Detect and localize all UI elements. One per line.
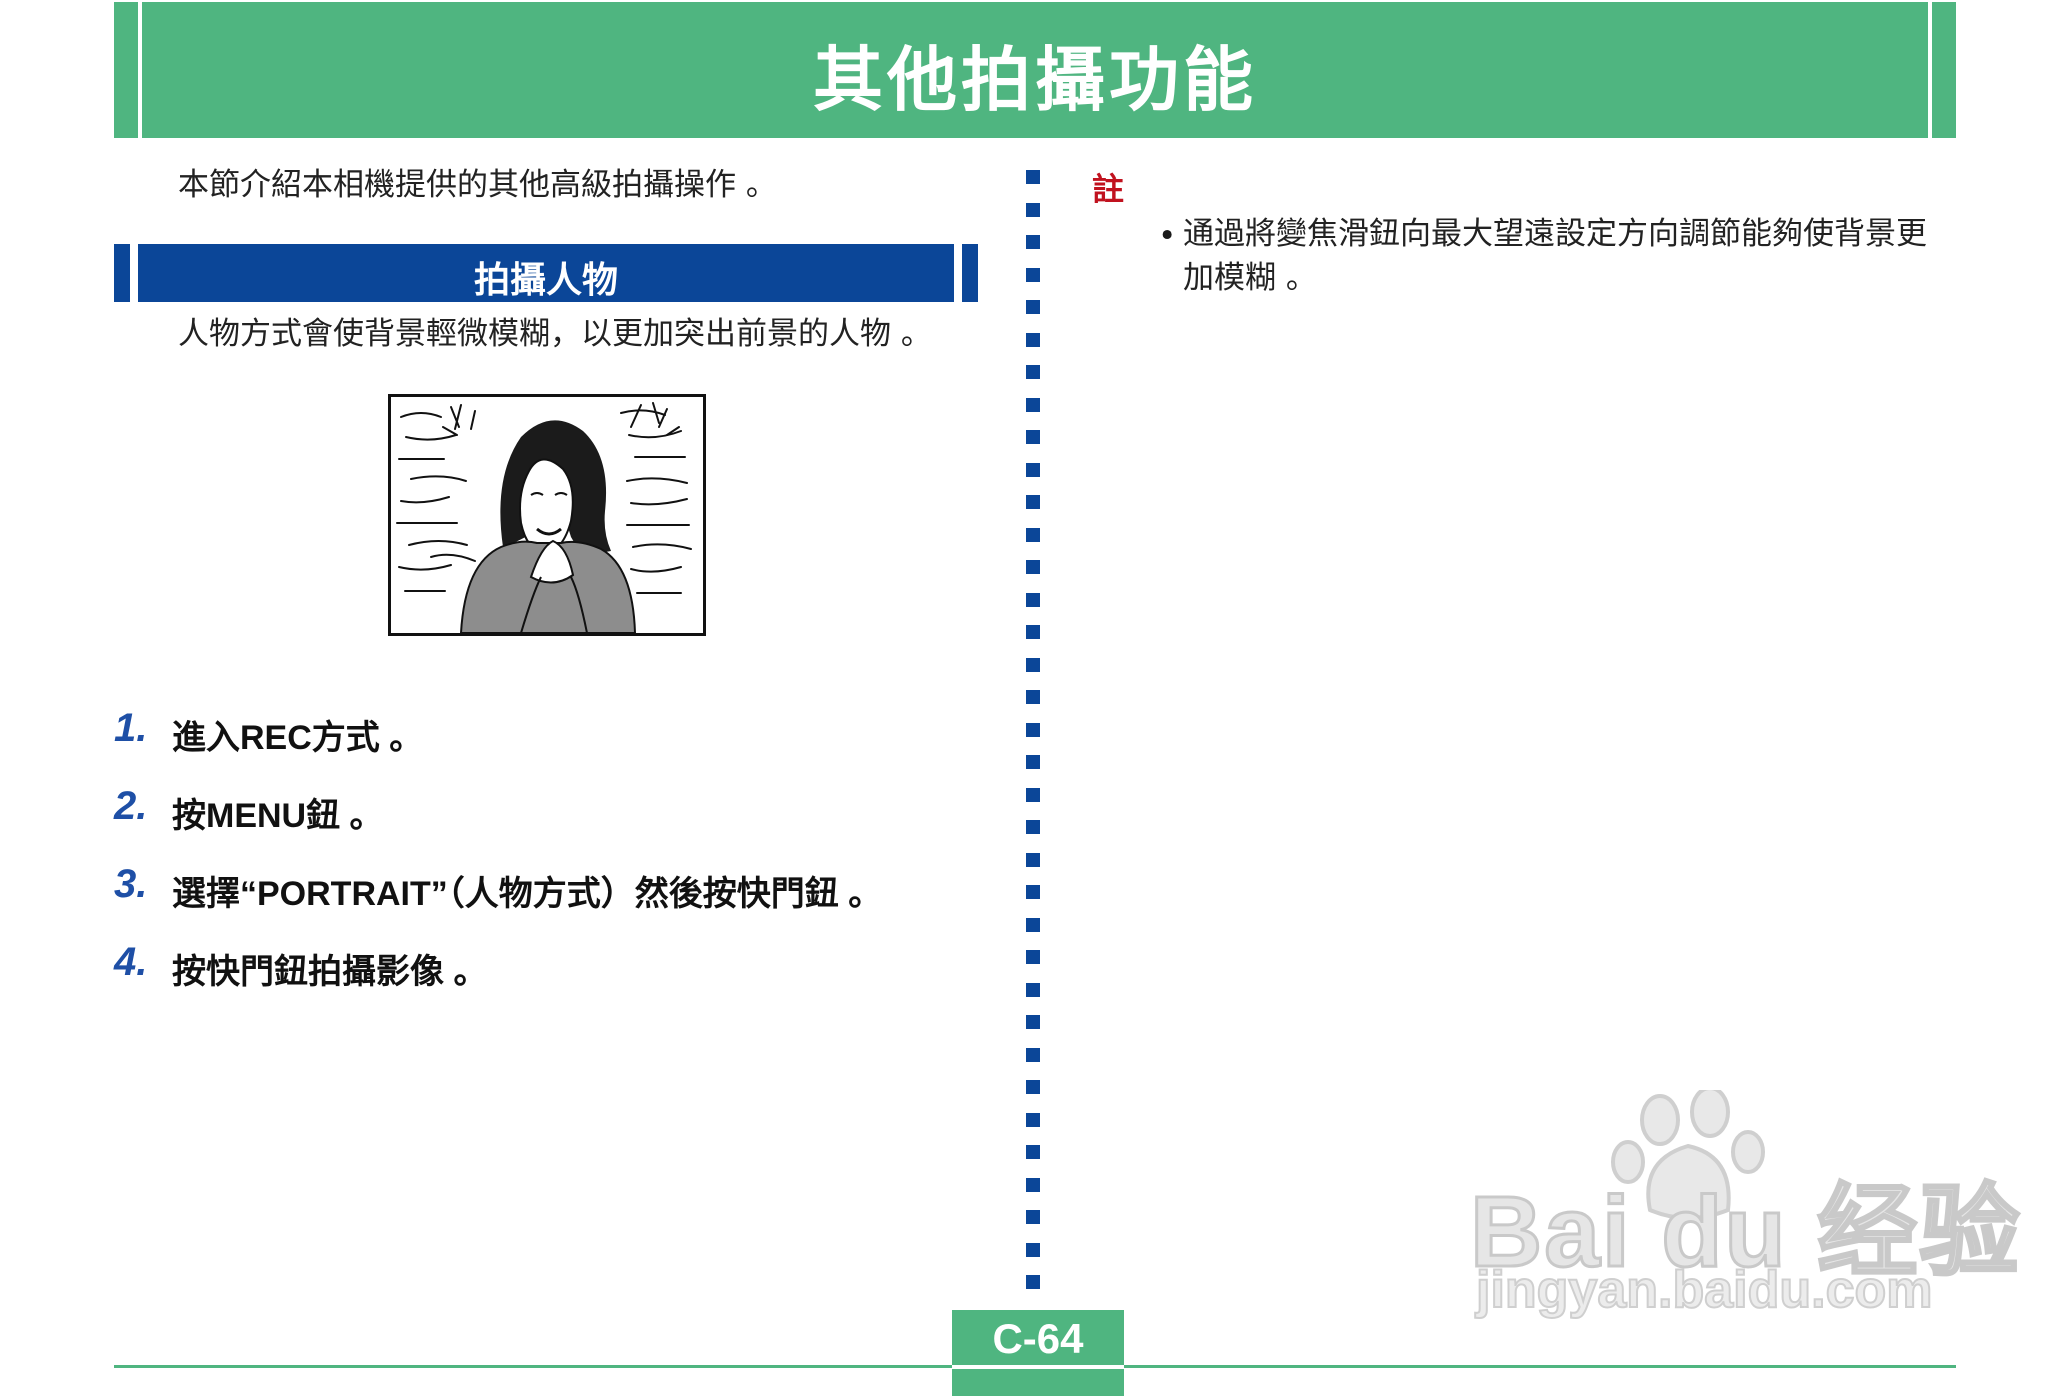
note-line: 加模糊 。: [1183, 260, 1317, 296]
divider-dot: [1026, 463, 1040, 477]
divider-dot: [1026, 918, 1040, 932]
divider-dot: [1026, 885, 1040, 899]
step-number: 2.: [114, 784, 148, 828]
step-text: 選擇“PORTRAIT”（人物方式）然後按快門鈕 。: [172, 875, 883, 913]
divider-dot: [1026, 723, 1040, 737]
section-description: 人物方式會使背景輕微模糊，以更加突出前景的人物 。: [178, 316, 932, 352]
divider-dot: [1026, 528, 1040, 542]
note-line: 通過將變焦滑鈕向最大望遠設定方向調節能夠使背景更: [1183, 216, 1927, 252]
bullet-icon: •: [1158, 218, 1177, 254]
divider-dot: [1026, 300, 1040, 314]
divider-dot: [1026, 398, 1040, 412]
divider-dot: [1026, 625, 1040, 639]
page-number-band: [952, 1365, 1124, 1369]
divider-dot: [1026, 1145, 1040, 1159]
step-text: 進入REC方式 。: [172, 719, 424, 757]
divider-dot: [1026, 1243, 1040, 1257]
divider-dot: [1026, 1015, 1040, 1029]
column-divider: [1026, 170, 1042, 1289]
note-text: 通過將變焦滑鈕向最大望遠設定方向調節能夠使背景更 加模糊 。: [1183, 212, 1963, 300]
divider-dot: [1026, 365, 1040, 379]
watermark-url: jingyan.baidu.com: [1475, 1260, 1933, 1320]
step-number: 1.: [114, 706, 148, 750]
divider-dot: [1026, 690, 1040, 704]
page-number-box: C-64: [952, 1310, 1124, 1396]
title-banner: 其他拍攝功能: [114, 2, 1956, 138]
divider-dot: [1026, 560, 1040, 574]
divider-dot: [1026, 1113, 1040, 1127]
divider-dot: [1026, 1178, 1040, 1192]
intro-text: 本節介紹本相機提供的其他高級拍攝操作 。: [178, 167, 777, 203]
divider-dot: [1026, 1275, 1040, 1289]
divider-dot: [1026, 1048, 1040, 1062]
divider-dot: [1026, 1210, 1040, 1224]
note-label: 註: [1092, 170, 1125, 208]
step-number: 3.: [114, 862, 148, 906]
divider-dot: [1026, 268, 1040, 282]
divider-dot: [1026, 658, 1040, 672]
page-title: 其他拍攝功能: [813, 39, 1257, 121]
step-number: 4.: [114, 940, 148, 984]
divider-dot: [1026, 593, 1040, 607]
divider-dot: [1026, 235, 1040, 249]
divider-dot: [1026, 788, 1040, 802]
watermark: Bai du 经验 jingyan.baidu.com: [1468, 1090, 2021, 1320]
divider-dot: [1026, 430, 1040, 444]
section-header: 拍攝人物: [114, 244, 978, 302]
section-title: 拍攝人物: [473, 260, 618, 301]
step-text: 按MENU鈕 。: [172, 797, 384, 835]
divider-dot: [1026, 1080, 1040, 1094]
divider-dot: [1026, 853, 1040, 867]
woman-portrait-icon: [396, 402, 692, 634]
divider-dot: [1026, 755, 1040, 769]
divider-dot: [1026, 983, 1040, 997]
step-text: 按快門鈕拍攝影像 。: [172, 953, 488, 991]
page-number: C-64: [992, 1315, 1084, 1362]
divider-dot: [1026, 950, 1040, 964]
divider-dot: [1026, 495, 1040, 509]
divider-dot: [1026, 820, 1040, 834]
divider-dot: [1026, 203, 1040, 217]
divider-dot: [1026, 170, 1040, 184]
portrait-illustration: [388, 394, 706, 636]
divider-dot: [1026, 333, 1040, 347]
